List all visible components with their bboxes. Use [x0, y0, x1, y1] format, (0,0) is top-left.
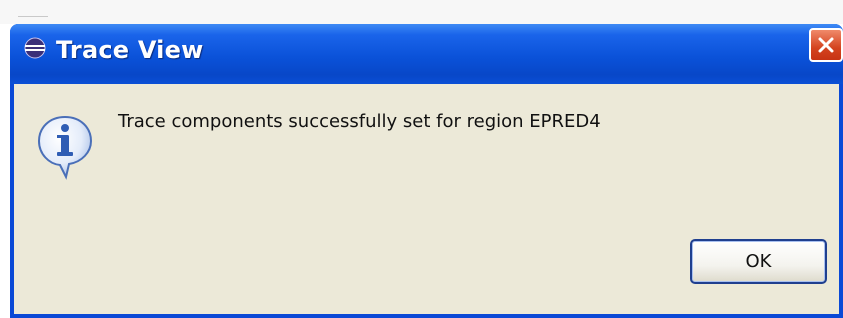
dialog-title: Trace View	[56, 36, 204, 64]
background-window	[0, 0, 843, 24]
dialog-body: Trace components successfully set for re…	[14, 84, 839, 314]
close-button[interactable]	[809, 28, 843, 62]
dialog-message: Trace components successfully set for re…	[118, 111, 601, 132]
ok-button[interactable]: OK	[690, 239, 827, 284]
eclipse-icon	[24, 37, 46, 59]
info-icon	[36, 114, 94, 180]
close-icon	[818, 37, 834, 53]
title-bar[interactable]: Trace View	[10, 24, 843, 84]
message-dialog: Trace View Trace components successfully…	[10, 24, 843, 318]
background-divider	[18, 6, 48, 17]
